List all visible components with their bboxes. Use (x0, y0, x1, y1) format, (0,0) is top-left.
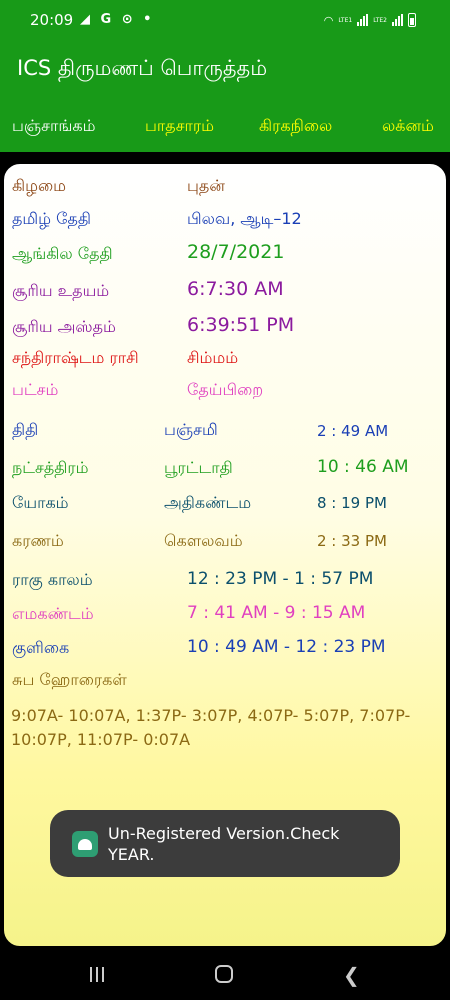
app-title: ICS திருமணப் பொருத்தம் (17, 56, 268, 80)
nakshatra-label: நட்சத்திரம் (12, 458, 89, 477)
paksha-value: தேய்பிறை (187, 380, 264, 399)
app-icon (72, 831, 98, 857)
sunset-label: சூரிய அஸ்தம் (12, 317, 116, 336)
notification-icons: ◢ G ⊙ • (80, 12, 155, 27)
tab-bar: பஞ்சாங்கம் பாதசாரம் கிரகநிலை லக்னம் (0, 102, 450, 152)
yoga-value: அதிகண்டம (164, 493, 252, 512)
subha-horai-times: 9:07A- 10:07A, 1:37P- 3:07P, 4:07P- 5:07… (11, 706, 411, 749)
app-bar: ICS திருமணப் பொருத்தம் (0, 40, 450, 102)
sunrise-label: சூரிய உதயம் (12, 281, 110, 300)
back-icon[interactable]: ❮ (343, 963, 360, 987)
subha-horai-label: சுப ஹோரைகள் (12, 670, 127, 689)
tithi-value: பஞ்சமி (164, 420, 218, 439)
navigation-bar: ❮ (0, 950, 450, 1000)
yamagandam-value: 7 : 41 AM - 9 : 15 AM (187, 603, 366, 623)
sim1-label: LTE1 (338, 16, 353, 24)
weekday-label: கிழமை (12, 176, 66, 195)
english-date-label: ஆங்கில தேதி (12, 244, 113, 263)
status-bar: 20:09 ◢ G ⊙ • ◠ LTE1 LTE2 (0, 0, 450, 40)
yamagandam-label: எமகண்டம் (12, 604, 94, 623)
tab-panchangam[interactable]: பஞ்சாங்கம் (12, 116, 95, 137)
tab-lagnam[interactable]: லக்னம் (382, 116, 434, 137)
tab-kiraganilai[interactable]: கிரகநிலை (259, 116, 332, 137)
chandrashtama-label: சந்திராஷ்டம ராசி (12, 348, 139, 367)
tithi-label: திதி (12, 420, 39, 439)
karana-value: கௌலவம் (164, 531, 243, 550)
karana-end-time: 2 : 33 PM (317, 532, 387, 550)
tithi-end-time: 2 : 49 AM (317, 422, 389, 440)
nakshatra-value: பூரட்டாதி (164, 458, 233, 477)
signal-icon (357, 14, 369, 26)
status-time: 20:09 (30, 11, 74, 29)
yoga-end-time: 8 : 19 PM (317, 494, 387, 512)
tamil-date-label: தமிழ் தேதி (12, 209, 92, 228)
nakshatra-end-time: 10 : 46 AM (317, 457, 409, 477)
recents-icon[interactable] (90, 967, 104, 982)
tamil-date-value: பிலவ, ஆடி–12 (187, 209, 302, 228)
status-indicators: ◠ LTE1 LTE2 (324, 13, 416, 27)
rahu-kalam-value: 12 : 23 PM - 1 : 57 PM (187, 569, 374, 589)
signal-icon (392, 14, 403, 26)
karana-label: கரணம் (12, 531, 64, 550)
toast-message: Un-Registered Version.Check YEAR. (50, 810, 400, 877)
yoga-label: யோகம் (12, 493, 69, 512)
rahu-kalam-label: ராகு காலம் (12, 570, 93, 589)
paksha-label: பட்சம் (12, 380, 59, 399)
home-icon[interactable] (215, 965, 233, 983)
english-date-value: 28/7/2021 (187, 241, 285, 263)
kuligai-value: 10 : 49 AM - 12 : 23 PM (187, 637, 386, 657)
tab-pathasaram[interactable]: பாதசாரம் (145, 116, 214, 137)
sunrise-value: 6:7:30 AM (187, 278, 284, 300)
kuligai-label: குளிகை (12, 638, 70, 657)
toast-text: Un-Registered Version.Check YEAR. (108, 824, 340, 864)
weekday-value: புதன் (187, 176, 225, 195)
battery-icon (408, 13, 416, 27)
sunset-value: 6:39:51 PM (187, 314, 295, 336)
chandrashtama-value: சிம்மம் (187, 348, 239, 367)
wifi-icon: ◠ (323, 13, 334, 27)
sim2-label: LTE2 (373, 16, 387, 24)
